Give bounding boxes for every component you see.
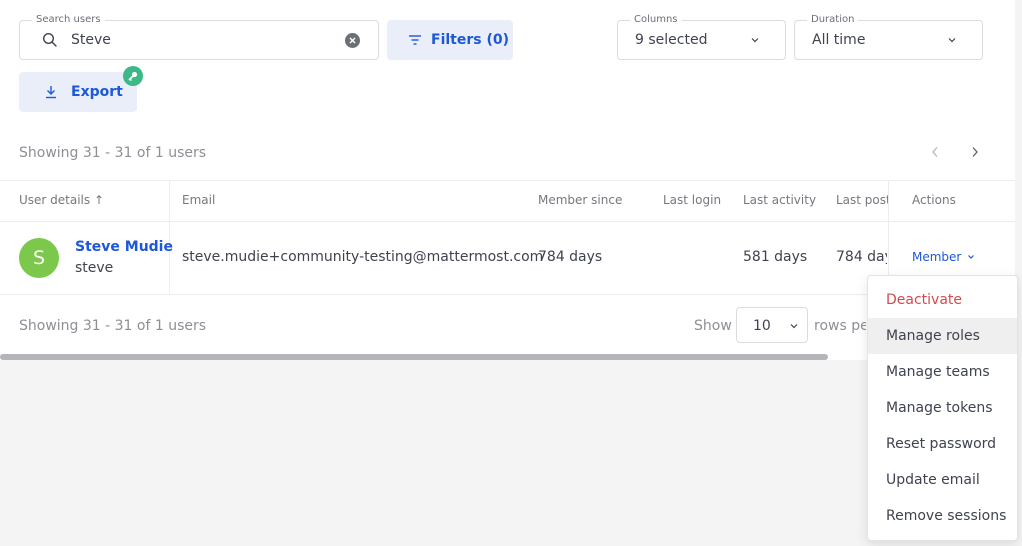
avatar: S (19, 238, 59, 278)
header-bottom-border (0, 221, 1015, 222)
user-email: steve.mudie+community-testing@mattermost… (182, 249, 544, 265)
showing-count-bottom: Showing 31 - 31 of 1 users (19, 318, 207, 334)
rows-show-label: Show (694, 318, 732, 334)
column-divider (169, 180, 170, 295)
user-last-post: 784 days (836, 249, 887, 265)
users-panel: Search users Steve Filters (0) Export Co… (0, 0, 1015, 360)
columns-label: Columns (630, 14, 682, 26)
menu-item-manage-teams[interactable]: Manage teams (868, 354, 1017, 390)
showing-count-top: Showing 31 - 31 of 1 users (19, 145, 207, 161)
filters-button[interactable]: Filters (0) (387, 20, 513, 60)
role-dropdown-button[interactable]: Member (912, 250, 975, 264)
filters-label: Filters (0) (431, 32, 509, 48)
header-last-activity[interactable]: Last activity (743, 193, 816, 207)
menu-item-reset-password[interactable]: Reset password (868, 426, 1017, 462)
duration-select[interactable]: Duration All time (794, 14, 983, 60)
export-button[interactable]: Export (19, 72, 137, 112)
menu-item-manage-tokens[interactable]: Manage tokens (868, 390, 1017, 426)
header-actions: Actions (912, 193, 956, 207)
role-label: Member (912, 250, 962, 264)
horizontal-scrollbar[interactable] (0, 354, 828, 360)
rows-per-page-value: 10 (753, 318, 771, 334)
clear-circle-icon[interactable] (345, 33, 360, 48)
chevron-left-icon[interactable] (928, 144, 942, 160)
chevron-right-icon[interactable] (968, 144, 982, 160)
duration-label: Duration (807, 14, 859, 26)
filter-lines-icon (409, 35, 421, 45)
header-member-since[interactable]: Member since (538, 193, 622, 207)
header-last-post[interactable]: Last post (836, 193, 888, 207)
search-users-label: Search users (32, 14, 105, 26)
menu-item-deactivate[interactable]: Deactivate (868, 282, 1017, 318)
actions-menu: Deactivate Manage roles Manage teams Man… (867, 275, 1018, 541)
chevron-down-icon (948, 38, 956, 43)
chevron-down-icon (790, 324, 798, 329)
user-display-name[interactable]: Steve Mudie (75, 239, 173, 255)
export-label: Export (71, 84, 123, 100)
key-icon (123, 66, 143, 86)
duration-value: All time (812, 32, 866, 48)
chevron-down-icon (968, 255, 975, 259)
rows-per-page-label: rows per page (814, 318, 866, 334)
columns-select[interactable]: Columns 9 selected (617, 14, 786, 60)
search-users-field[interactable]: Search users Steve (19, 14, 379, 60)
rows-per-page-select[interactable]: 10 (736, 307, 808, 343)
menu-item-remove-sessions[interactable]: Remove sessions (868, 498, 1017, 534)
header-email[interactable]: Email (182, 193, 215, 207)
chevron-down-icon (751, 38, 759, 43)
table-top-border (0, 180, 1015, 181)
search-icon (42, 32, 58, 48)
row-bottom-border (0, 294, 1015, 295)
download-icon (46, 86, 56, 99)
columns-value: 9 selected (635, 32, 708, 48)
user-last-activity: 581 days (743, 249, 808, 265)
search-input[interactable]: Steve (71, 32, 111, 48)
user-username: steve (75, 260, 114, 276)
user-member-since: 784 days (538, 249, 603, 265)
menu-item-update-email[interactable]: Update email (868, 462, 1017, 498)
header-user-details[interactable]: User details ↑ (19, 193, 104, 207)
menu-item-manage-roles[interactable]: Manage roles (868, 318, 1017, 354)
header-last-login[interactable]: Last login (663, 193, 721, 207)
